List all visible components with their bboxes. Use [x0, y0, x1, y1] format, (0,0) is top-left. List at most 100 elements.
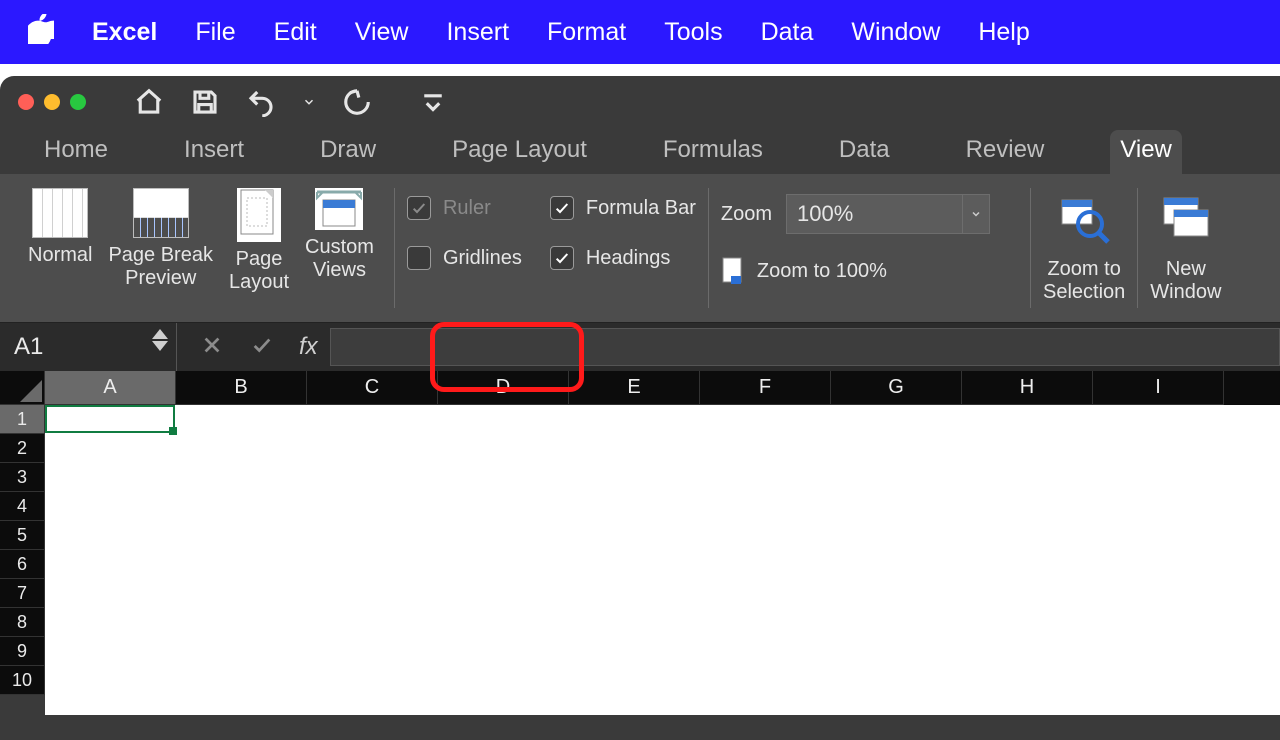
- formula-bar-checkbox[interactable]: Formula Bar: [550, 196, 696, 220]
- tab-formulas[interactable]: Formulas: [653, 130, 773, 174]
- zoom-to-100-label: Zoom to 100%: [757, 260, 887, 283]
- checkbox-icon: [407, 246, 431, 270]
- normal-view-button[interactable]: Normal: [20, 188, 100, 267]
- name-box-stepper[interactable]: [152, 329, 168, 351]
- row-header[interactable]: 5: [0, 521, 45, 550]
- tab-page-layout[interactable]: Page Layout: [442, 130, 597, 174]
- menu-view[interactable]: View: [355, 18, 409, 47]
- enter-formula-icon[interactable]: [249, 334, 275, 361]
- zoom-to-selection-button[interactable]: Zoom to Selection: [1043, 192, 1125, 304]
- page-layout-label: Page Layout: [229, 248, 289, 294]
- row-header[interactable]: 2: [0, 434, 45, 463]
- page-break-label: Page Break Preview: [108, 244, 213, 290]
- gridlines-label: Gridlines: [443, 247, 522, 270]
- menu-file[interactable]: File: [195, 18, 235, 47]
- tab-insert[interactable]: Insert: [174, 130, 254, 174]
- redo-icon[interactable]: [342, 87, 372, 117]
- formula-bar-row: A1 fx: [0, 322, 1280, 371]
- close-button[interactable]: [18, 94, 34, 110]
- headings-checkbox[interactable]: Headings: [550, 246, 696, 270]
- column-header[interactable]: D: [438, 371, 569, 405]
- column-header[interactable]: A: [45, 371, 176, 405]
- column-header[interactable]: C: [307, 371, 438, 405]
- new-window-button[interactable]: New Window: [1150, 192, 1221, 304]
- normal-view-icon: [32, 188, 88, 238]
- row-header[interactable]: 3: [0, 463, 45, 492]
- zoom-to-selection-icon: [1056, 192, 1112, 254]
- select-all-corner[interactable]: [0, 371, 45, 405]
- row-header[interactable]: 9: [0, 637, 45, 666]
- formula-bar-label: Formula Bar: [586, 197, 696, 220]
- menu-window[interactable]: Window: [851, 18, 940, 47]
- row-header[interactable]: 1: [0, 405, 45, 434]
- minimize-button[interactable]: [44, 94, 60, 110]
- checkbox-icon: [550, 196, 574, 220]
- tab-draw[interactable]: Draw: [310, 130, 386, 174]
- new-window-label: New Window: [1150, 258, 1221, 304]
- zoom-to-100-button[interactable]: Zoom to 100%: [721, 256, 887, 286]
- tab-home[interactable]: Home: [34, 130, 118, 174]
- group-workbook-views: Normal Page Break Preview Page Layout Cu…: [20, 188, 382, 308]
- group-show: Ruler Gridlines Formula Bar Headings: [407, 188, 696, 308]
- custom-views-label: Custom Views: [305, 236, 374, 282]
- tab-data[interactable]: Data: [829, 130, 900, 174]
- new-window-icon: [1158, 192, 1214, 254]
- menu-tools[interactable]: Tools: [664, 18, 722, 47]
- spreadsheet: A B C D E F G H I 1 2 3 4 5 6 7 8 9 10: [0, 371, 1280, 715]
- ruler-label: Ruler: [443, 197, 491, 220]
- column-header[interactable]: H: [962, 371, 1093, 405]
- apple-icon[interactable]: [28, 14, 54, 51]
- ruler-checkbox: Ruler: [407, 196, 522, 220]
- checkbox-icon: [550, 246, 574, 270]
- window-controls: [18, 94, 86, 110]
- row-headers: 1 2 3 4 5 6 7 8 9 10: [0, 405, 45, 715]
- tab-view[interactable]: View: [1110, 130, 1182, 174]
- row-header[interactable]: 4: [0, 492, 45, 521]
- titlebar: [0, 76, 1280, 128]
- cells-area[interactable]: [45, 405, 1280, 715]
- headings-label: Headings: [586, 247, 671, 270]
- home-icon[interactable]: [134, 87, 164, 117]
- row-header[interactable]: 8: [0, 608, 45, 637]
- group-window: New Window: [1150, 188, 1221, 308]
- column-header[interactable]: B: [176, 371, 307, 405]
- column-header[interactable]: E: [569, 371, 700, 405]
- zoom-label: Zoom: [721, 203, 772, 226]
- app-name[interactable]: Excel: [92, 18, 157, 47]
- custom-views-button[interactable]: Custom Views: [297, 188, 382, 282]
- name-box-value: A1: [14, 333, 43, 361]
- zoom-value: 100%: [797, 201, 853, 227]
- fx-label[interactable]: fx: [299, 333, 318, 361]
- save-icon[interactable]: [190, 87, 220, 117]
- tab-review[interactable]: Review: [956, 130, 1055, 174]
- menu-help[interactable]: Help: [978, 18, 1029, 47]
- qat-customize-icon[interactable]: [418, 87, 448, 117]
- row-header[interactable]: 6: [0, 550, 45, 579]
- undo-dropdown-icon[interactable]: [302, 87, 316, 117]
- maximize-button[interactable]: [70, 94, 86, 110]
- row-header[interactable]: 7: [0, 579, 45, 608]
- column-headers: A B C D E F G H I: [0, 371, 1280, 405]
- page-break-icon: [133, 188, 189, 238]
- group-zoom: Zoom 100% Zoom to 100%: [721, 188, 990, 308]
- menu-insert[interactable]: Insert: [446, 18, 509, 47]
- menu-data[interactable]: Data: [761, 18, 814, 47]
- formula-input[interactable]: [330, 328, 1280, 366]
- ribbon-view: Normal Page Break Preview Page Layout Cu…: [0, 174, 1280, 322]
- gridlines-checkbox[interactable]: Gridlines: [407, 246, 522, 270]
- normal-view-label: Normal: [28, 244, 92, 267]
- menu-format[interactable]: Format: [547, 18, 626, 47]
- custom-views-icon: [315, 188, 363, 230]
- page-layout-button[interactable]: Page Layout: [221, 188, 297, 294]
- column-header[interactable]: G: [831, 371, 962, 405]
- menu-edit[interactable]: Edit: [274, 18, 317, 47]
- zoom-select[interactable]: 100%: [786, 194, 990, 234]
- column-header[interactable]: I: [1093, 371, 1224, 405]
- column-header[interactable]: F: [700, 371, 831, 405]
- active-cell[interactable]: [45, 405, 175, 433]
- row-header[interactable]: 10: [0, 666, 45, 695]
- cancel-formula-icon[interactable]: [201, 334, 223, 361]
- name-box[interactable]: A1: [0, 323, 177, 371]
- page-break-preview-button[interactable]: Page Break Preview: [100, 188, 221, 290]
- undo-icon[interactable]: [246, 87, 276, 117]
